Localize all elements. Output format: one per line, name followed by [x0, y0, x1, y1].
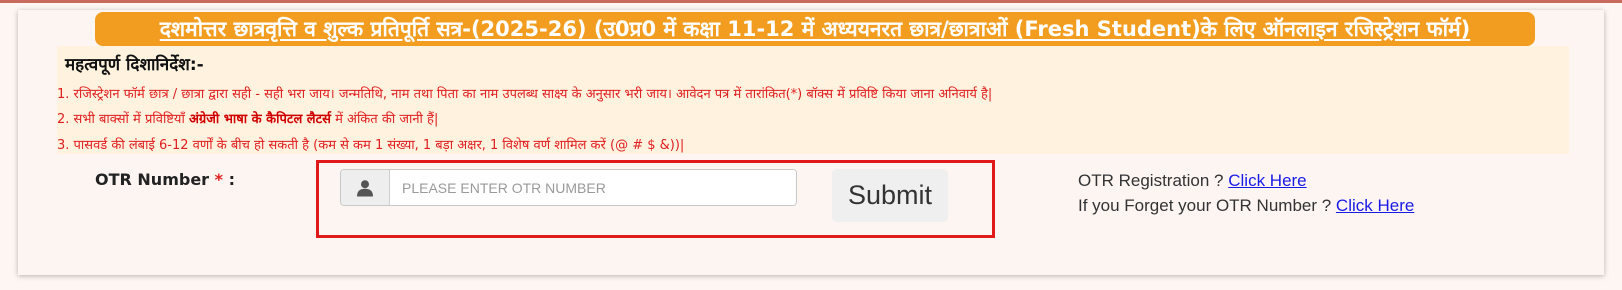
- otr-registration-line: OTR Registration ? Click Here: [1078, 171, 1307, 191]
- otr-number-label: OTR Number * :: [95, 170, 235, 189]
- otr-input-group: [340, 169, 797, 206]
- guideline-item-2-text-end: में अंकित की जानी हैं|: [330, 112, 439, 127]
- page-title-banner: दशमोत्तर छात्रवृत्ति व शुल्क प्रतिपूर्ति…: [95, 12, 1535, 46]
- otr-registration-link[interactable]: Click Here: [1228, 171, 1306, 190]
- otr-registration-text: OTR Registration ?: [1078, 171, 1229, 190]
- user-icon: [341, 170, 390, 205]
- required-asterisk: *: [214, 170, 224, 189]
- guideline-item-2-text: 2. सभी बाक्सों में प्रविष्टियाँ: [57, 112, 189, 127]
- otr-label-text: OTR Number: [95, 170, 210, 189]
- guideline-item-2: 2. सभी बाक्सों में प्रविष्टियाँ अंग्रेजी…: [57, 109, 438, 127]
- forgot-otr-line: If you Forget your OTR Number ? Click He…: [1078, 196, 1414, 216]
- guideline-item-1: 1. रजिस्ट्रेशन फॉर्म छात्र / छात्रा द्वा…: [57, 87, 993, 102]
- forgot-otr-link[interactable]: Click Here: [1336, 196, 1414, 215]
- submit-button[interactable]: Submit: [832, 169, 948, 222]
- top-accent-line: [0, 0, 1622, 3]
- guidelines-box: महत्वपूर्ण दिशानिर्देश:- 1. रजिस्ट्रेशन …: [57, 46, 1569, 154]
- forgot-otr-text: If you Forget your OTR Number ?: [1078, 196, 1336, 215]
- label-colon: :: [223, 170, 235, 189]
- user-icon-graphic: [357, 179, 373, 196]
- guidelines-title: महत्वपूर्ण दिशानिर्देश:-: [65, 55, 204, 75]
- guideline-item-2-emphasis: अंग्रेजी भाषा के कैपिटल लैटर्स: [188, 112, 331, 127]
- page-title: दशमोत्तर छात्रवृत्ति व शुल्क प्रतिपूर्ति…: [159, 17, 1471, 41]
- guideline-item-3: 3. पासवर्ड की लंबाई 6-12 वर्णों के बीच ह…: [57, 138, 685, 153]
- otr-number-input[interactable]: [390, 170, 796, 205]
